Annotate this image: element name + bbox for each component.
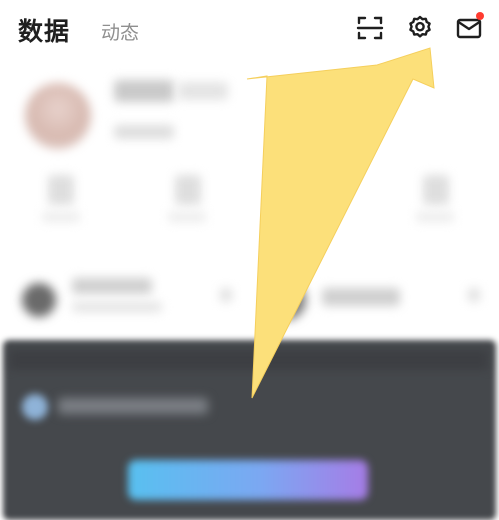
annotation-arrow: [246, 47, 435, 399]
